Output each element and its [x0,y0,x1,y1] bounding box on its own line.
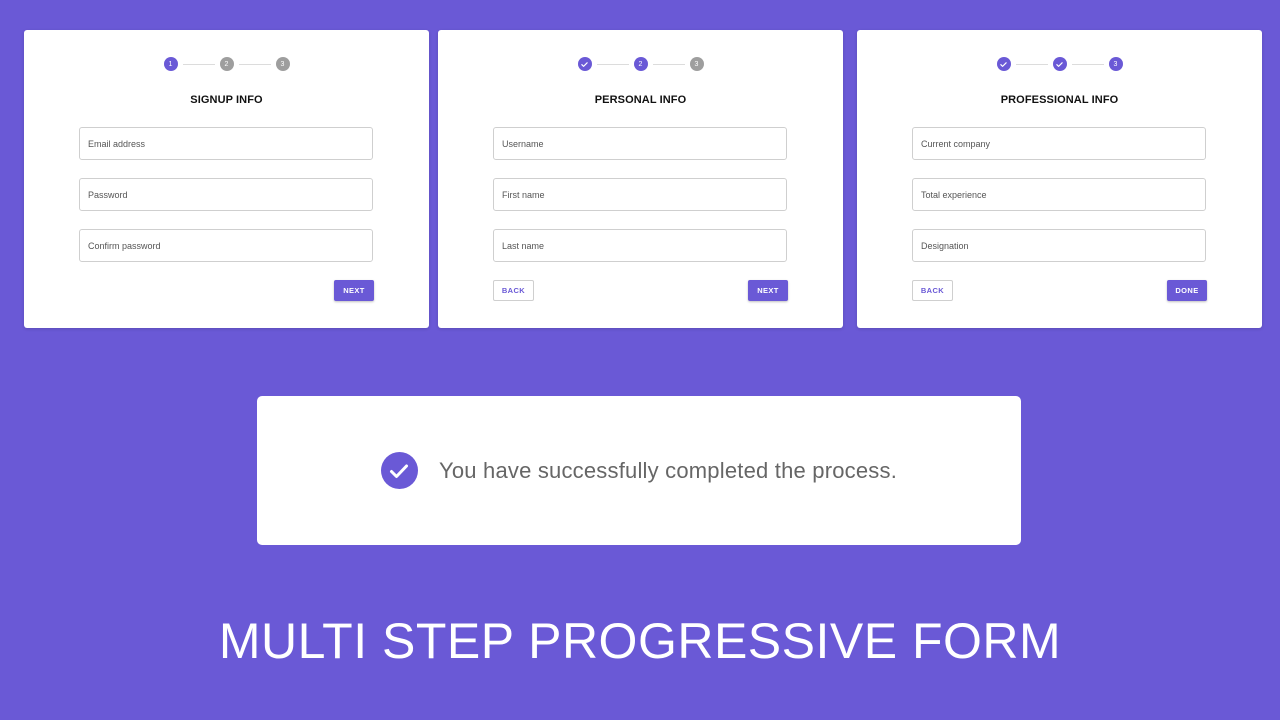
designation-field[interactable] [912,229,1206,262]
username-field[interactable] [493,127,787,160]
step-connector [238,63,271,65]
success-message: You have successfully completed the proc… [438,457,898,483]
next-button[interactable]: NEXT [334,280,374,301]
first-name-field[interactable] [493,178,787,211]
current-company-field[interactable] [912,127,1206,160]
back-button[interactable]: BACK [912,280,953,301]
step-connector [596,63,629,65]
step-2-indicator: 2 [633,57,648,71]
step-1-indicator [577,57,592,71]
step-3-indicator: 3 [1108,57,1123,71]
check-icon [1000,61,1007,67]
step-2-indicator [1052,57,1067,71]
step-1-indicator [996,57,1011,71]
check-icon [581,61,588,67]
done-button[interactable]: DONE [1167,280,1207,301]
next-button[interactable]: NEXT [748,280,788,301]
last-name-field[interactable] [493,229,787,262]
step-3-indicator: 3 [689,57,704,71]
email-address-field[interactable] [79,127,373,160]
check-circle-icon [380,452,418,489]
back-button[interactable]: BACK [493,280,534,301]
success-message-panel: You have successfully completed the proc… [257,396,1021,545]
password-field[interactable] [79,178,373,211]
signup-info-card: 1 2 3 SIGNUP INFO NEXT [24,30,429,328]
page-headline: MULTI STEP PROGRESSIVE FORM [218,613,1062,669]
card-title: PERSONAL INFO [594,94,687,106]
step-indicator: 3 [857,57,1262,71]
step-2-indicator: 2 [219,57,234,71]
step-connector [1015,63,1048,65]
total-experience-field[interactable] [912,178,1206,211]
step-3-indicator: 3 [275,57,290,71]
step-indicator: 1 2 3 [24,57,429,71]
step-indicator: 2 3 [438,57,843,71]
step-connector [1071,63,1104,65]
card-title: SIGNUP INFO [190,94,263,106]
card-title: PROFESSIONAL INFO [1000,94,1119,106]
step-1-indicator: 1 [163,57,178,71]
step-connector [182,63,215,65]
professional-info-card: 3 PROFESSIONAL INFO BACK DONE [857,30,1262,328]
check-icon [1056,61,1063,67]
confirm-password-field[interactable] [79,229,373,262]
personal-info-card: 2 3 PERSONAL INFO BACK NEXT [438,30,843,328]
step-connector [652,63,685,65]
